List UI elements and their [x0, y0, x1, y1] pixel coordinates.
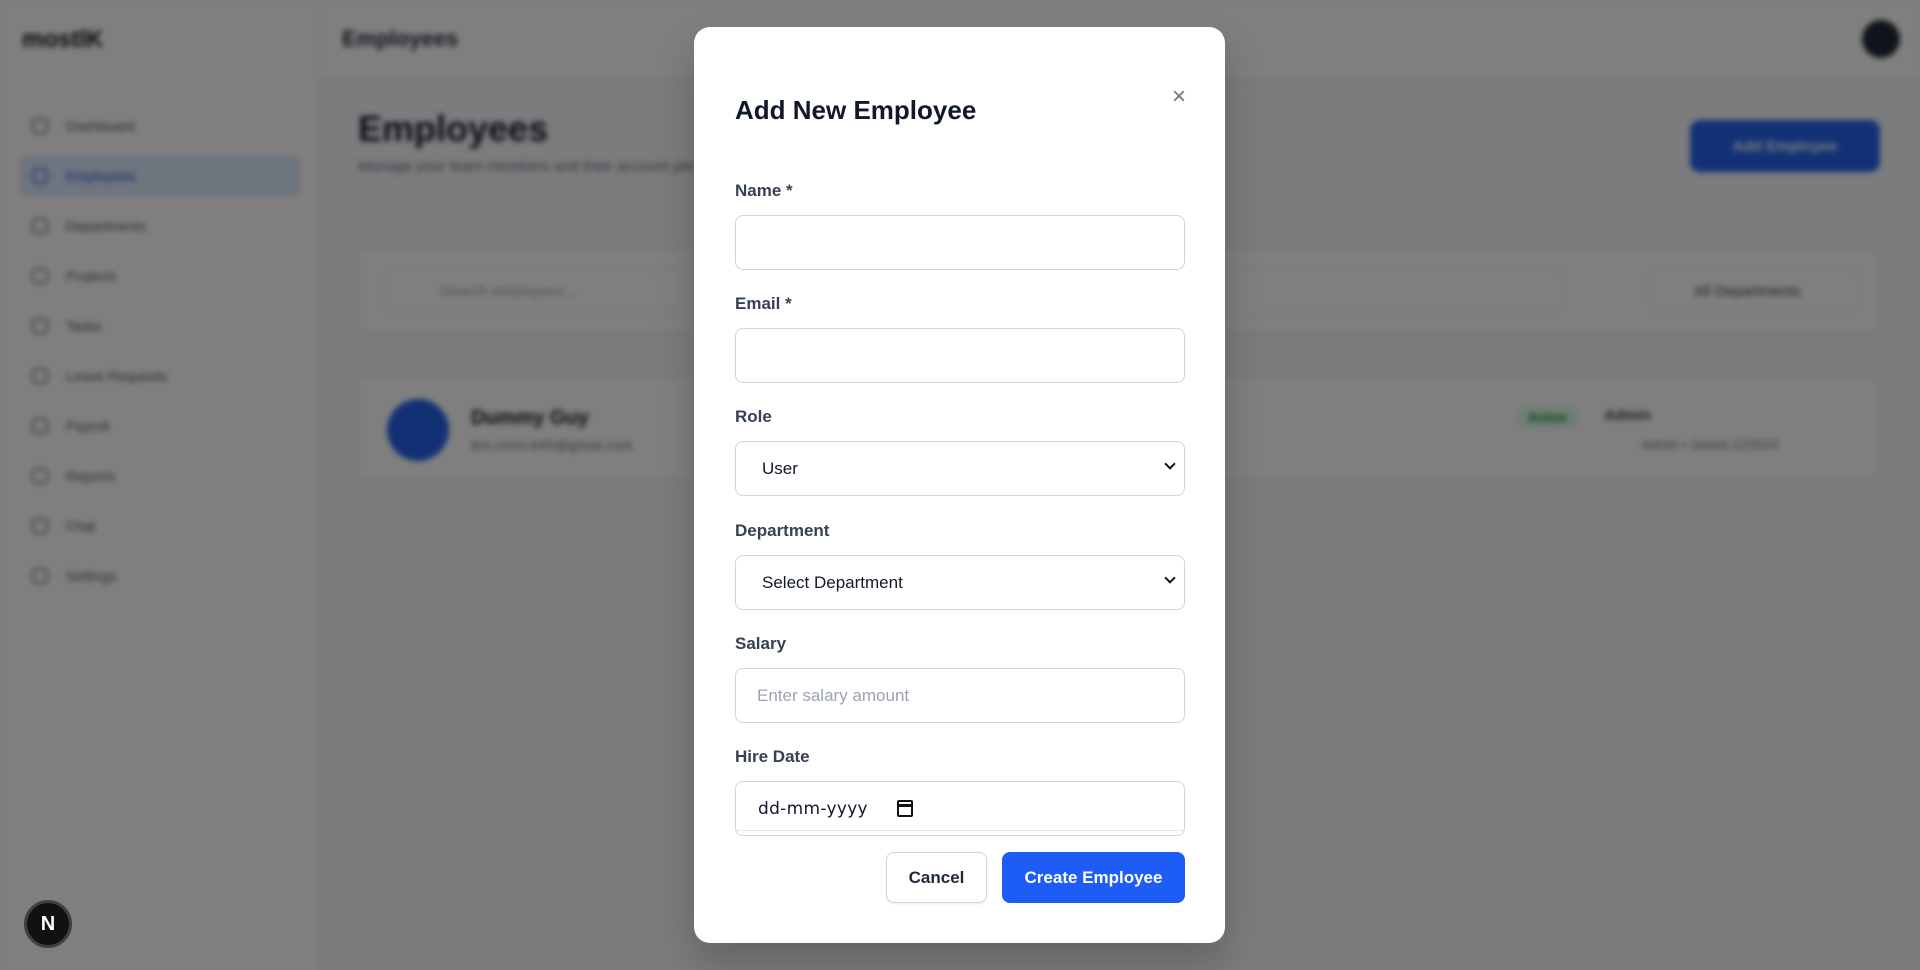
email-field[interactable]	[735, 328, 1185, 383]
hire-date-label: Hire Date	[735, 747, 810, 766]
create-employee-button[interactable]: Create Employee	[1002, 852, 1185, 903]
salary-placeholder: Enter salary amount	[757, 685, 910, 705]
email-label: Email *	[735, 294, 792, 313]
calendar-icon[interactable]	[897, 800, 913, 817]
department-select[interactable]: Select Department	[735, 555, 1185, 610]
footer-divider	[735, 830, 1185, 831]
role-select[interactable]: User	[735, 441, 1185, 496]
modal-title: Add New Employee	[735, 95, 977, 125]
name-field[interactable]	[735, 215, 1185, 270]
name-label: Name *	[735, 181, 793, 200]
department-select-value: Select Department	[762, 572, 903, 592]
department-label: Department	[735, 521, 830, 540]
salary-label: Salary	[735, 634, 787, 653]
hire-date-field[interactable]: dd-mm-yyyy	[735, 781, 1185, 836]
hire-date-placeholder: dd-mm-yyyy	[758, 798, 868, 819]
salary-field[interactable]: Enter salary amount	[735, 668, 1185, 723]
close-icon[interactable]: ×	[1167, 85, 1191, 109]
role-select-value: User	[762, 458, 798, 478]
chevron-down-icon	[1164, 458, 1176, 470]
add-employee-modal: Add New Employee × Name * Email * Role U…	[694, 27, 1225, 943]
cancel-button[interactable]: Cancel	[886, 852, 987, 903]
role-label: Role	[735, 407, 772, 426]
dev-tools-badge[interactable]: N	[24, 900, 72, 948]
chevron-down-icon	[1164, 572, 1176, 584]
